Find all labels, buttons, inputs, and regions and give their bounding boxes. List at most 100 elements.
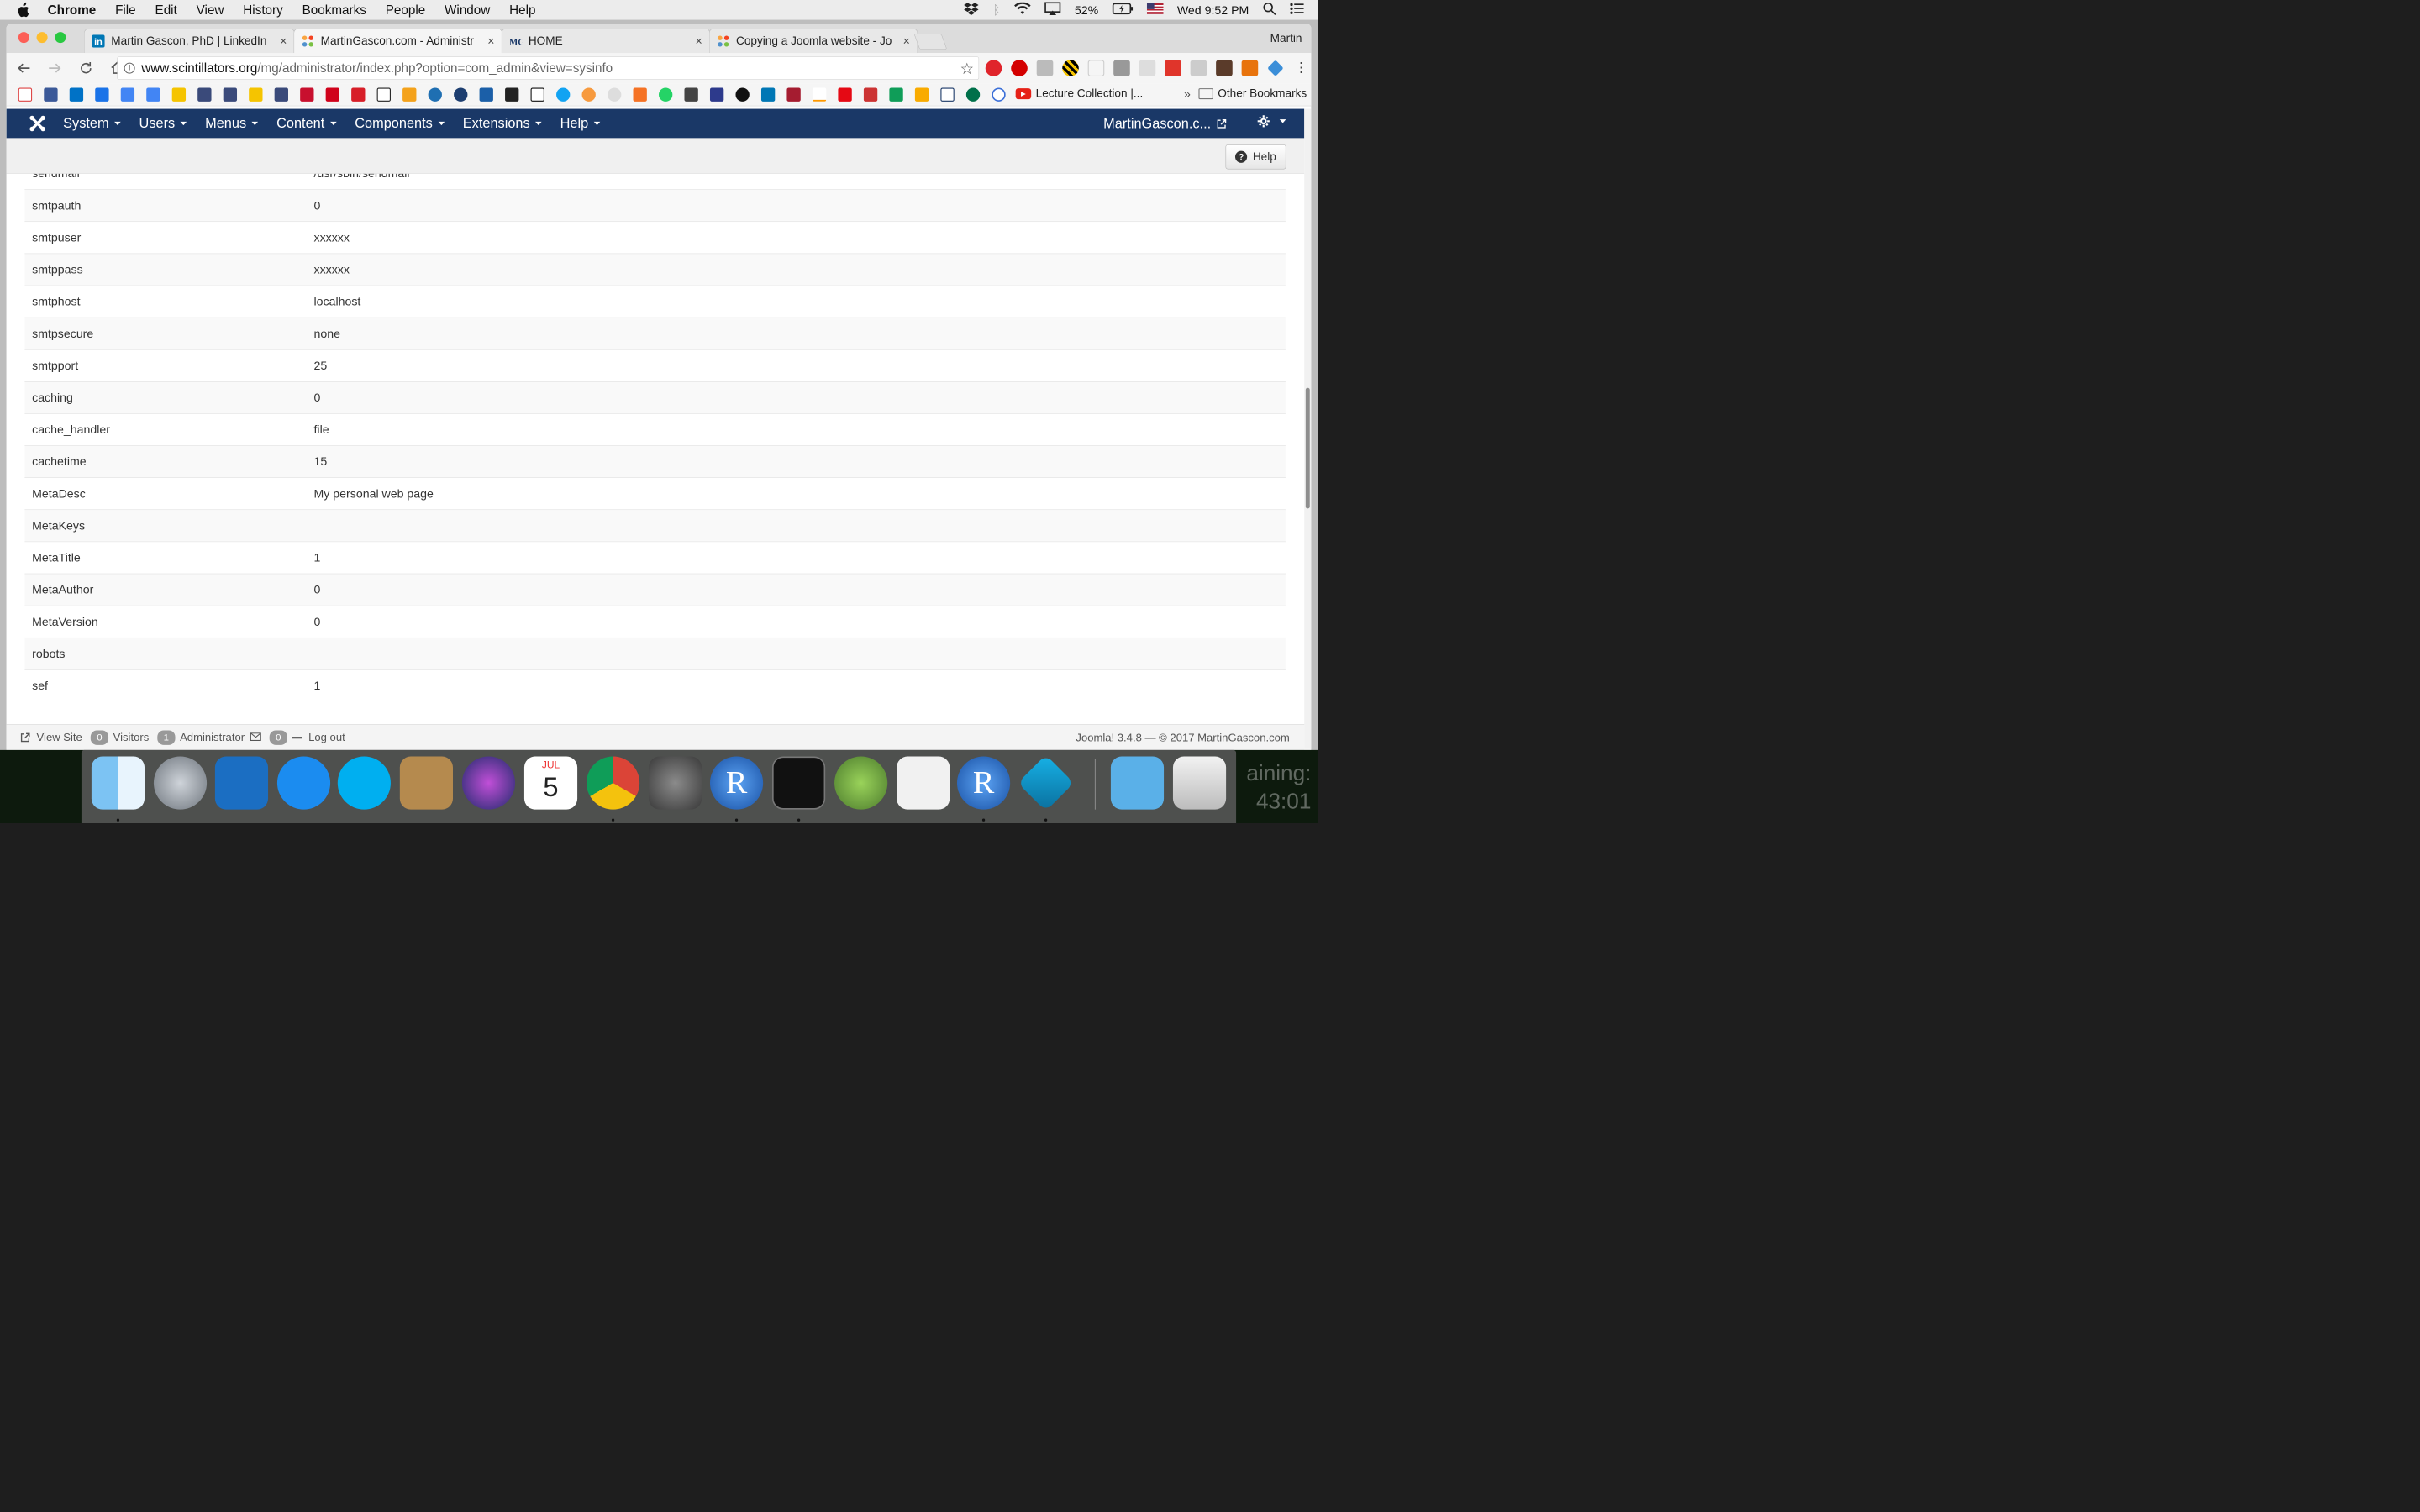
calendar-bookmark-icon[interactable] bbox=[120, 87, 135, 102]
menubar-clock[interactable]: Wed 9:52 PM bbox=[1177, 3, 1249, 18]
adblock-plus-icon[interactable] bbox=[1011, 60, 1028, 76]
kodi-icon[interactable] bbox=[1018, 754, 1075, 811]
tab-close-icon[interactable]: × bbox=[695, 34, 702, 48]
flask-bookmark-icon[interactable] bbox=[709, 87, 724, 102]
site-preview-link[interactable]: MartinGascon.c... bbox=[1103, 116, 1227, 132]
downloads-folder-icon[interactable] bbox=[1110, 756, 1165, 810]
whatsapp-bookmark-icon[interactable] bbox=[658, 87, 673, 102]
tab-linkedin[interactable]: in Martin Gascon, PhD | LinkedIn × bbox=[84, 28, 295, 54]
spotlight-search-icon[interactable] bbox=[1263, 2, 1276, 18]
ln-bookmark-icon[interactable] bbox=[454, 87, 468, 102]
g-bookmark-icon[interactable] bbox=[684, 87, 698, 102]
launchpad-icon[interactable] bbox=[153, 756, 208, 810]
ig-bookmark-icon[interactable] bbox=[171, 87, 187, 102]
us-flag-icon[interactable] bbox=[1146, 3, 1164, 17]
menu-view[interactable]: View bbox=[197, 3, 224, 17]
reddit-bookmark-icon[interactable] bbox=[608, 87, 622, 102]
zoom-window-button[interactable] bbox=[55, 32, 66, 44]
infinity-bookmark-icon[interactable] bbox=[992, 87, 1006, 102]
menu-help[interactable]: Help bbox=[509, 3, 535, 17]
nav-users[interactable]: Users bbox=[139, 116, 187, 132]
finder-icon[interactable] bbox=[91, 756, 145, 810]
menu-bookmarks[interactable]: Bookmarks bbox=[302, 3, 366, 17]
address-bar[interactable]: i www.scintillators.org/mg/administrator… bbox=[117, 56, 980, 80]
terminal-icon[interactable] bbox=[772, 756, 826, 810]
apple-menu-icon[interactable] bbox=[17, 2, 33, 18]
extension-shield-icon[interactable] bbox=[1113, 60, 1130, 76]
nav-help[interactable]: Help bbox=[560, 116, 601, 132]
hotel-bookmark-icon[interactable] bbox=[402, 87, 417, 102]
bookmark-lecture-collection[interactable]: ▶ Lecture Collection |... bbox=[1015, 87, 1143, 100]
gmail-bookmark-icon[interactable] bbox=[18, 87, 33, 102]
minimize-window-button[interactable] bbox=[36, 32, 48, 44]
analytics-bookmark-icon[interactable] bbox=[914, 87, 929, 102]
app-store-icon[interactable] bbox=[276, 756, 331, 810]
nav-menus[interactable]: Menus bbox=[205, 116, 259, 132]
phone-bookmark-icon[interactable] bbox=[95, 87, 109, 102]
blue-dot-bookmark-icon[interactable] bbox=[556, 87, 571, 102]
profile-name[interactable]: Martin bbox=[1270, 32, 1302, 45]
airline-bookmark-icon[interactable] bbox=[300, 87, 314, 102]
siri-icon[interactable] bbox=[461, 756, 516, 810]
battery-icon[interactable] bbox=[1112, 3, 1134, 18]
contacts-icon[interactable] bbox=[399, 756, 453, 810]
ig-bookmark-icon[interactable] bbox=[249, 87, 263, 102]
view-site-link[interactable]: View Site bbox=[20, 731, 82, 743]
more-bookmarks-chevron-icon[interactable]: » bbox=[1184, 87, 1191, 101]
scrollbar-thumb[interactable] bbox=[1305, 387, 1310, 509]
acrobat-extension-icon[interactable] bbox=[1165, 60, 1181, 76]
nav-components[interactable]: Components bbox=[355, 116, 445, 132]
messages-count-badge[interactable]: 0 bbox=[269, 730, 288, 745]
hubspot-bookmark-icon[interactable] bbox=[633, 87, 647, 102]
tab-copying-joomla[interactable]: Copying a Joomla website - Jo × bbox=[708, 28, 918, 54]
wells-fargo-bookmark-icon[interactable] bbox=[351, 87, 366, 102]
sheets-bookmark-icon[interactable] bbox=[889, 87, 903, 102]
facebook-bookmark-icon[interactable] bbox=[44, 87, 58, 102]
logout-link[interactable]: Log out bbox=[308, 731, 345, 743]
ig-bookmark-icon[interactable] bbox=[197, 87, 212, 102]
notification-center-icon[interactable] bbox=[1290, 3, 1304, 18]
tab-close-icon[interactable]: × bbox=[903, 34, 910, 48]
diamond-extension-icon[interactable] bbox=[1267, 60, 1284, 76]
bank-bookmark-icon[interactable] bbox=[325, 87, 339, 102]
wifi-icon[interactable] bbox=[1013, 2, 1031, 18]
apa-bookmark-icon[interactable] bbox=[863, 87, 878, 102]
site-info-icon[interactable]: i bbox=[124, 62, 135, 74]
maps-bookmark-icon[interactable] bbox=[146, 87, 160, 102]
extension-r-icon[interactable] bbox=[1036, 60, 1054, 76]
mg-bookmark-icon[interactable] bbox=[940, 87, 955, 102]
dropbox-extension-icon[interactable] bbox=[1190, 60, 1207, 76]
other-bookmarks-folder[interactable]: Other Bookmarks bbox=[1198, 87, 1307, 100]
user-settings-gear-icon[interactable] bbox=[1257, 114, 1286, 128]
starbucks-bookmark-icon[interactable] bbox=[965, 87, 981, 102]
mustache-extension-icon[interactable] bbox=[1216, 60, 1233, 76]
menu-history[interactable]: History bbox=[243, 3, 282, 17]
harvard-bookmark-icon[interactable] bbox=[786, 87, 801, 102]
tab-administrator[interactable]: MartinGascon.com - Administr × bbox=[293, 28, 502, 54]
new-tab-button[interactable] bbox=[913, 34, 948, 50]
opera-extension-icon[interactable] bbox=[985, 60, 1002, 76]
economist-bookmark-icon[interactable] bbox=[376, 87, 391, 102]
k-extension-icon[interactable] bbox=[1241, 60, 1259, 76]
envelope-icon[interactable] bbox=[250, 731, 261, 743]
tab-home[interactable]: MG HOME × bbox=[501, 28, 710, 54]
dpf-bookmark-icon[interactable] bbox=[505, 87, 519, 102]
airplay-icon[interactable] bbox=[1044, 2, 1061, 18]
forward-icon[interactable] bbox=[45, 59, 64, 77]
outlook-bookmark-icon[interactable] bbox=[69, 87, 84, 102]
r-app-icon[interactable]: R bbox=[709, 756, 764, 810]
chrome-menu-icon[interactable]: ⋮ bbox=[1293, 60, 1310, 76]
trash-icon[interactable] bbox=[1172, 756, 1227, 810]
menu-app-name[interactable]: Chrome bbox=[48, 3, 97, 17]
back-icon[interactable] bbox=[14, 59, 33, 77]
amazon-bookmark-icon[interactable] bbox=[812, 87, 827, 102]
play-bookmark-icon[interactable] bbox=[479, 87, 493, 102]
tool-bookmark-icon[interactable] bbox=[428, 87, 442, 102]
nav-system[interactable]: System bbox=[63, 116, 121, 132]
skype-icon[interactable] bbox=[337, 756, 391, 810]
swirl-bookmark-icon[interactable] bbox=[581, 87, 596, 102]
dropbox-icon[interactable] bbox=[964, 2, 980, 18]
netflix-bookmark-icon[interactable] bbox=[838, 87, 852, 102]
menu-window[interactable]: Window bbox=[445, 3, 490, 17]
chrome-icon[interactable] bbox=[586, 756, 640, 810]
